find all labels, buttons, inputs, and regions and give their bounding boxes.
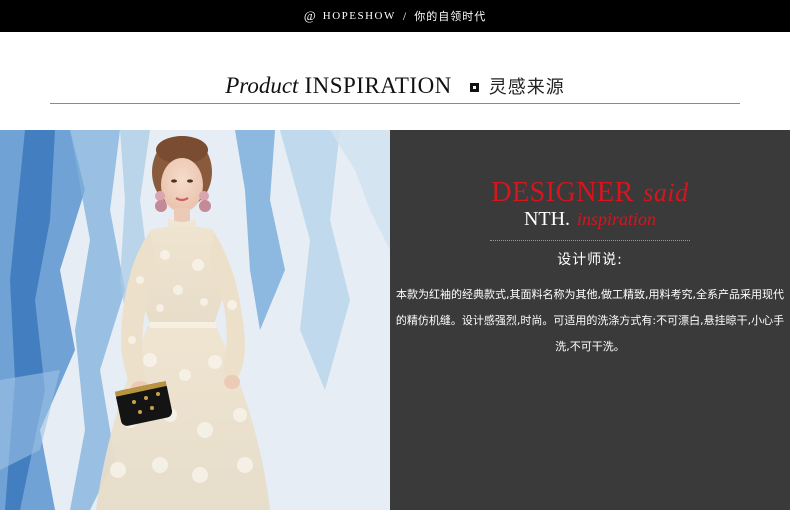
heading-english: Product INSPIRATION <box>225 73 452 99</box>
heading-chinese: 灵感来源 <box>488 77 565 98</box>
product-photo <box>0 130 390 510</box>
model-illustration <box>0 130 390 510</box>
brand-name: HOPESHOW <box>322 10 396 22</box>
nth-label: NTH. <box>523 208 571 230</box>
designer-says-label: 设计师说: <box>557 252 623 268</box>
nth-inspiration-label: inspiration <box>577 209 657 229</box>
dotted-divider <box>490 240 690 241</box>
brand-slogan: 你的自领时代 <box>414 10 487 23</box>
square-bullet-icon <box>469 82 479 92</box>
heading-product: Product <box>225 73 299 98</box>
brand-top-bar: @ HOPESHOW / 你的自领时代 <box>0 0 790 32</box>
designer-panel: DESIGNER said NTH. inspiration 设计师说: 本款为… <box>390 130 790 510</box>
nth-inspiration-line: NTH. inspiration <box>390 208 790 231</box>
designer-description: 本款为红袖的经典款式,其面料名称为其他,做工精致,用料考究,全系产品采用现代的精… <box>395 288 785 353</box>
designer-title-said: said <box>643 178 689 207</box>
designer-title-main: DESIGNER <box>491 177 634 208</box>
brand-separator: / <box>402 8 408 23</box>
heading-inspiration: INSPIRATION <box>304 73 452 98</box>
designer-title: DESIGNER said <box>390 177 790 209</box>
heading-divider <box>50 103 740 104</box>
section-heading: Product INSPIRATION 灵感来源 <box>50 70 740 102</box>
at-symbol: @ <box>303 8 317 23</box>
